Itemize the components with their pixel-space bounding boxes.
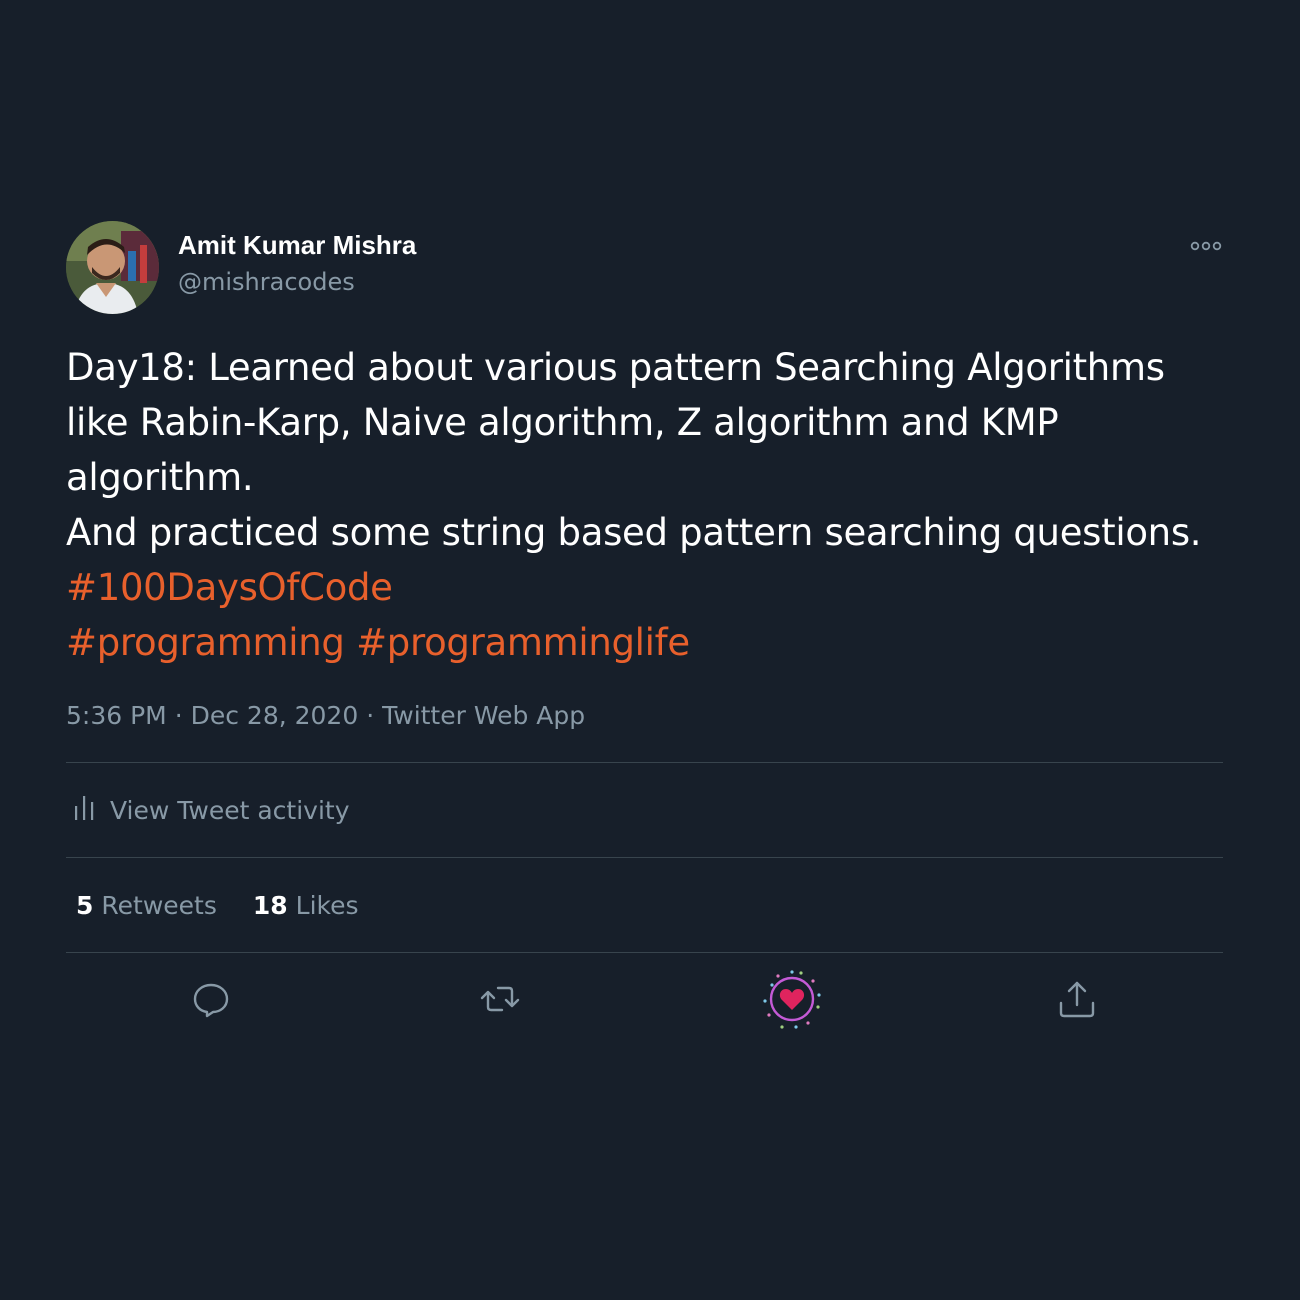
tweet-text: Day18: Learned about various pattern Sea… [66, 346, 1202, 554]
heart-icon [763, 970, 821, 1029]
share-icon [1059, 981, 1095, 1018]
tweet-time[interactable]: 5:36 PM [66, 701, 167, 730]
hashtag-link[interactable]: #100DaysOfCode [66, 566, 393, 609]
tweet-actions [66, 953, 1223, 1045]
retweet-button[interactable] [474, 973, 526, 1025]
avatar-photo [66, 221, 159, 314]
share-button[interactable] [1051, 973, 1103, 1025]
reply-icon [193, 983, 229, 1018]
likes-count: 18 [252, 890, 288, 920]
reply-button[interactable] [185, 973, 237, 1025]
author-display-name[interactable]: Amit Kumar Mishra [178, 228, 416, 262]
tweet-stats: 5 Retweets 18 Likes [66, 858, 1223, 952]
retweets-label: Retweets [101, 890, 217, 920]
hashtag-link[interactable]: #programminglife [356, 621, 690, 664]
avatar[interactable] [66, 221, 159, 314]
retweets-count: 5 [76, 890, 94, 920]
retweets-stat[interactable]: 5 Retweets [76, 891, 217, 920]
likes-label: Likes [295, 890, 359, 920]
likes-stat[interactable]: 18 Likes [253, 891, 359, 920]
view-tweet-activity-label: View Tweet activity [110, 795, 350, 825]
meta-separator: · [366, 701, 375, 730]
tweet-timestamp: 5:36 PM · Dec 28, 2020 · Twitter Web App [66, 698, 1223, 734]
more-options-icon[interactable] [1189, 236, 1223, 256]
author-handle[interactable]: @mishracodes [178, 264, 416, 300]
view-tweet-activity-link[interactable]: View Tweet activity [66, 763, 1223, 857]
analytics-icon [74, 792, 96, 828]
tweet-header: Amit Kumar Mishra @mishracodes [66, 218, 1223, 314]
tweet-date[interactable]: Dec 28, 2020 [191, 701, 359, 730]
meta-separator: · [174, 701, 183, 730]
like-button[interactable] [760, 967, 824, 1031]
hashtag-link[interactable]: #programming [66, 621, 345, 664]
tweet-source[interactable]: Twitter Web App [382, 701, 585, 730]
tweet-body: Day18: Learned about various pattern Sea… [66, 340, 1223, 670]
tweet-card: Amit Kumar Mishra @mishracodes Day18: Le… [66, 218, 1223, 1045]
tweet-page: Amit Kumar Mishra @mishracodes Day18: Le… [0, 0, 1300, 1300]
retweet-icon [480, 986, 520, 1012]
author-names: Amit Kumar Mishra @mishracodes [178, 228, 416, 300]
